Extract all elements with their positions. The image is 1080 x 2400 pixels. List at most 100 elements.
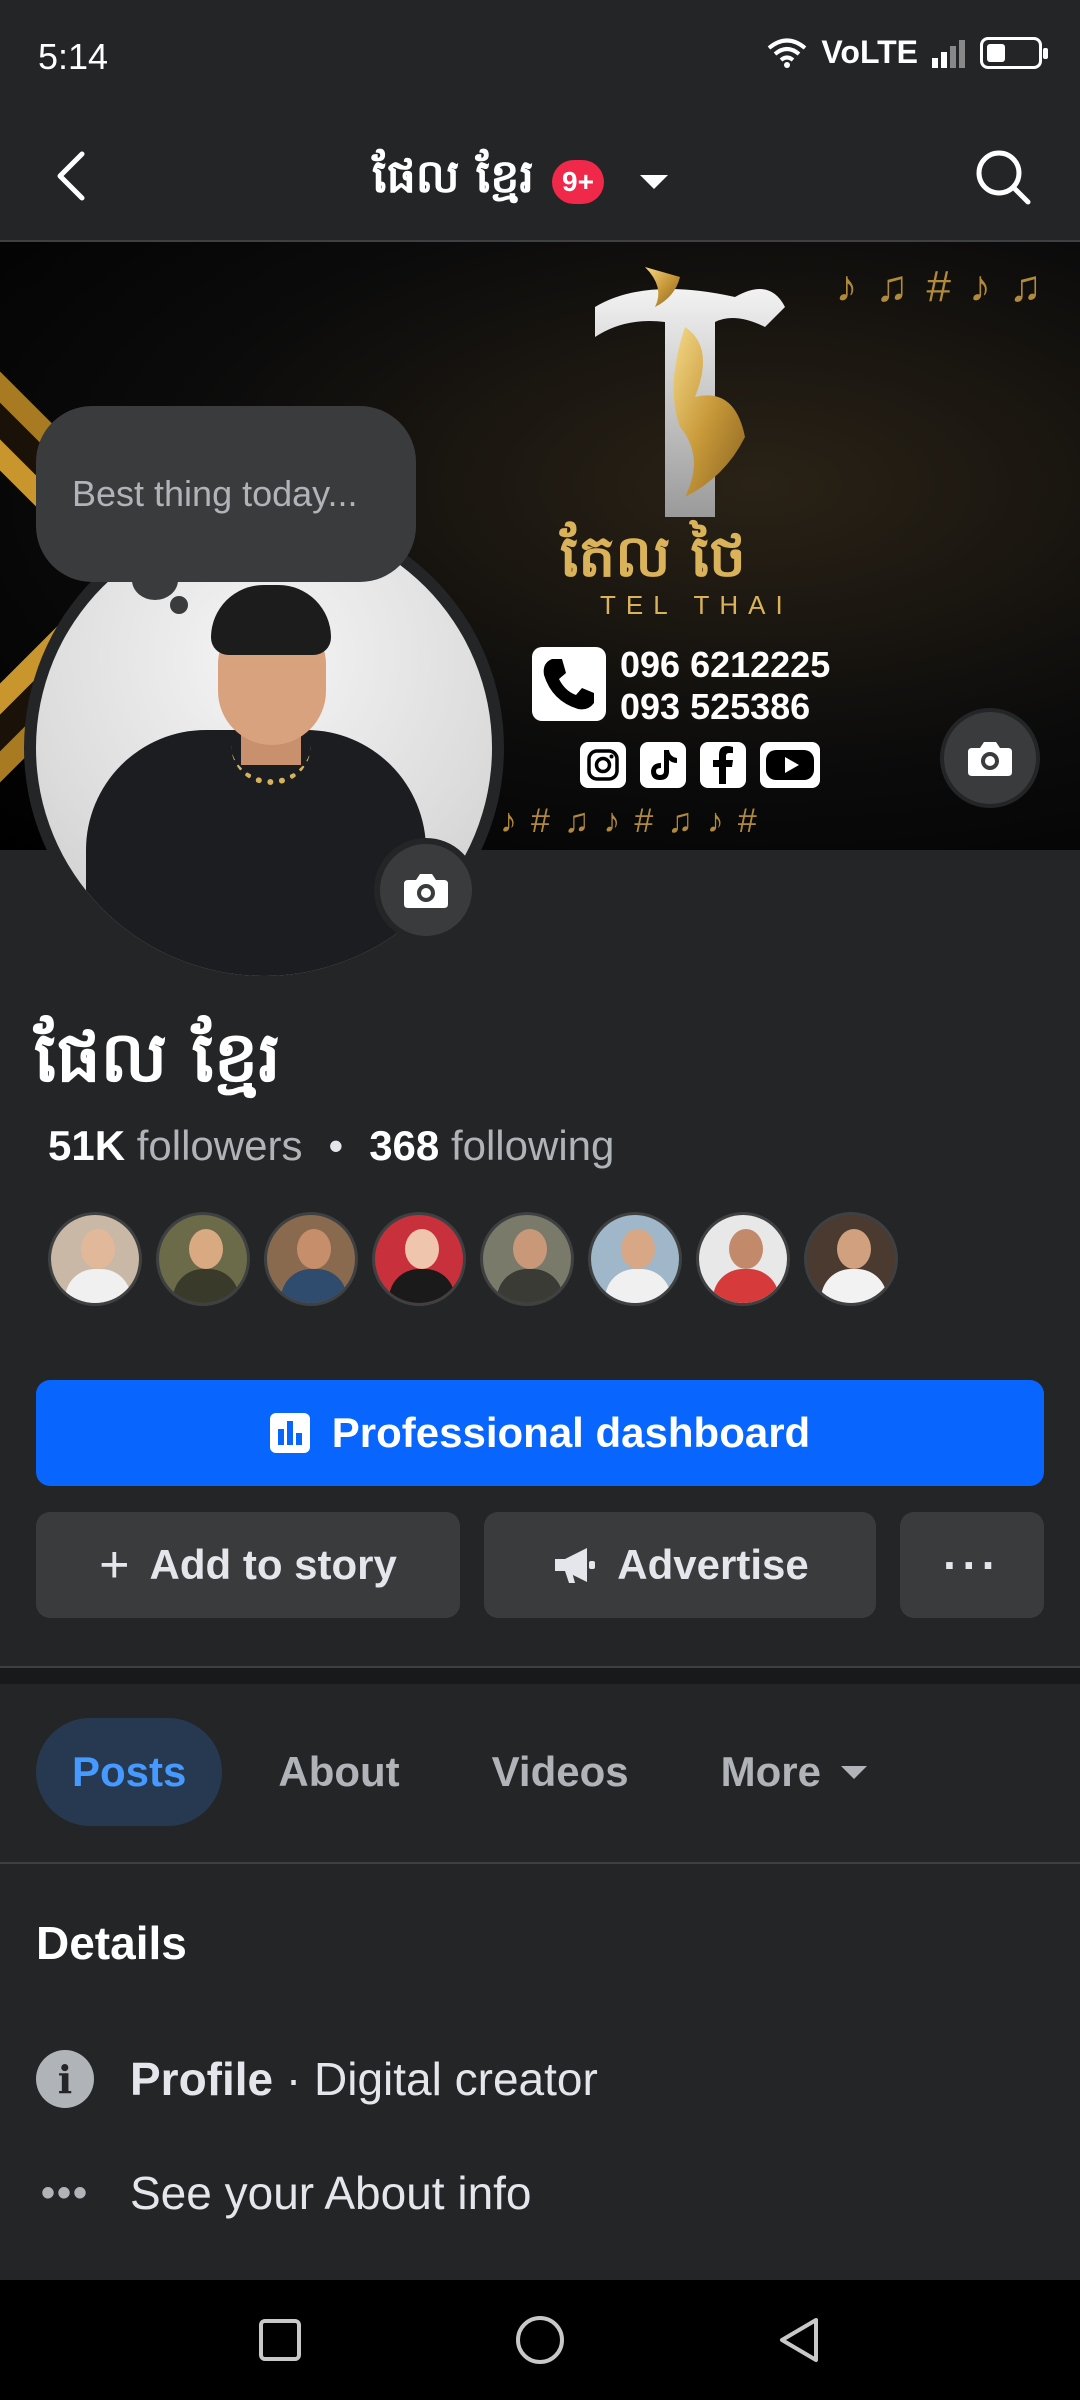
cover-phone-numbers: 096 6212225 093 525386	[620, 644, 830, 728]
status-bar: 5:14 VoLTE	[0, 0, 1080, 110]
volte-indicator: VoLTE	[821, 34, 918, 70]
phone-number-1: 096 6212225	[620, 644, 831, 685]
detail-profile-value: · Digital creator	[273, 2053, 598, 2105]
see-about-info-label: See your About info	[130, 2167, 532, 2219]
friend-avatar-head	[513, 1229, 547, 1269]
camera-icon	[404, 874, 448, 908]
professional-dashboard-label: Professional dashboard	[331, 1409, 811, 1456]
friend-avatar-head	[189, 1229, 223, 1269]
phone-number-2: 093 525386	[620, 686, 811, 727]
camera-icon	[968, 742, 1012, 776]
chevron-left-icon[interactable]	[42, 146, 102, 206]
professional-dashboard-button[interactable]: Professional dashboard	[36, 1380, 1044, 1486]
cover-social-icons	[580, 742, 820, 788]
phone-icon	[532, 647, 606, 721]
top-app-bar: ផែល ខ្មែរ 9+	[0, 110, 1080, 242]
friend-avatar-body	[65, 1269, 131, 1303]
cover-brand-subtitle: TEL THAI	[600, 590, 793, 620]
add-to-story-button[interactable]: + Add to story	[36, 1512, 460, 1618]
following-link[interactable]: 368 following	[369, 1122, 614, 1170]
plus-icon: +	[99, 1536, 130, 1594]
signal-icon	[932, 39, 965, 68]
profile-actions-row: + Add to story Advertise ···	[36, 1512, 1044, 1618]
followers-label: followers	[136, 1122, 303, 1169]
circle-icon	[516, 2316, 564, 2364]
info-icon: i	[36, 2050, 94, 2108]
friend-avatar[interactable]	[588, 1212, 682, 1306]
appbar-title: ផែល ខ្មែរ	[372, 149, 535, 203]
tiktok-icon	[640, 742, 686, 788]
wifi-icon	[768, 38, 807, 68]
advertise-button[interactable]: Advertise	[484, 1512, 876, 1618]
recents-button[interactable]	[250, 2310, 310, 2370]
see-about-info-row[interactable]: ••• See your About info	[36, 2166, 532, 2220]
advertise-label: Advertise	[617, 1541, 809, 1588]
battery-level	[987, 43, 1005, 62]
friend-avatar[interactable]	[264, 1212, 358, 1306]
tab-posts[interactable]: Posts	[36, 1718, 223, 1826]
more-dots-icon: ···	[943, 1539, 1001, 1591]
avatar-hair	[211, 585, 331, 655]
tab-about[interactable]: About	[242, 1718, 435, 1826]
friend-avatar[interactable]	[372, 1212, 466, 1306]
friend-avatar-head	[837, 1229, 871, 1269]
tab-more-label: More	[720, 1748, 821, 1795]
detail-profile-text: Profile · Digital creator	[130, 2052, 598, 2106]
friend-avatar[interactable]	[156, 1212, 250, 1306]
following-count: 368	[369, 1122, 440, 1169]
add-to-story-label: Add to story	[149, 1541, 397, 1588]
triangle-back-icon	[780, 2318, 818, 2362]
friend-avatar-head	[621, 1229, 655, 1269]
friend-avatar-body	[713, 1269, 779, 1303]
thought-placeholder: Best thing today...	[72, 473, 358, 514]
tabs-divider	[0, 1862, 1080, 1864]
megaphone-icon	[555, 1548, 596, 1583]
edit-avatar-camera-button[interactable]	[374, 838, 478, 942]
section-divider	[0, 1666, 1080, 1684]
following-label: following	[450, 1122, 615, 1169]
caret-down-icon	[640, 174, 669, 189]
friend-avatar-head	[297, 1229, 331, 1269]
note-thought-bubble[interactable]: Best thing today...	[36, 406, 416, 582]
dashboard-icon	[269, 1413, 310, 1453]
followers-count: 51K	[48, 1122, 126, 1169]
friend-avatar-head	[81, 1229, 115, 1269]
profile-switcher[interactable]: ផែល ខ្មែរ 9+	[372, 148, 669, 215]
status-time: 5:14	[38, 36, 109, 77]
details-heading: Details	[36, 1917, 187, 1969]
square-icon	[259, 2319, 301, 2361]
stats-separator: •	[328, 1122, 344, 1169]
music-notes-decoration-bottom: ♪#♫♪#♫♪#	[500, 802, 771, 840]
friend-avatar-body	[389, 1269, 455, 1303]
search-icon[interactable]	[972, 146, 1034, 208]
more-options-button[interactable]: ···	[900, 1512, 1044, 1618]
friend-avatar[interactable]	[48, 1212, 142, 1306]
status-icons: VoLTE	[767, 34, 1048, 71]
friend-avatar-body	[821, 1269, 887, 1303]
friend-avatar-head	[405, 1229, 439, 1269]
back-button[interactable]	[770, 2310, 830, 2370]
friend-avatar-body	[173, 1269, 239, 1303]
tab-videos[interactable]: Videos	[456, 1718, 665, 1826]
friend-avatar[interactable]	[804, 1212, 898, 1306]
notification-badge: 9+	[552, 159, 605, 204]
music-notes-decoration: ♪♫#♪♫	[835, 262, 1060, 311]
detail-profile-label: Profile	[130, 2053, 274, 2105]
friend-avatar-body	[497, 1269, 563, 1303]
system-nav-bar	[0, 2280, 1080, 2400]
followers-link[interactable]: 51K followers	[48, 1122, 302, 1170]
facebook-icon	[700, 742, 746, 788]
brand-logo	[595, 267, 785, 517]
friend-avatar-body	[281, 1269, 347, 1303]
edit-cover-camera-button[interactable]	[940, 708, 1040, 808]
home-button[interactable]	[510, 2310, 570, 2370]
follow-stats: 51K followers • 368 following	[48, 1122, 614, 1170]
friend-avatar[interactable]	[480, 1212, 574, 1306]
detail-profile-row: i Profile · Digital creator	[36, 2050, 598, 2108]
friend-avatar-head	[729, 1229, 763, 1269]
profile-tabs: Posts About Videos More	[36, 1718, 903, 1826]
friend-avatar[interactable]	[696, 1212, 790, 1306]
thought-bubble-tail-small	[170, 596, 188, 614]
tab-more[interactable]: More	[685, 1718, 903, 1826]
battery-icon	[980, 36, 1048, 69]
